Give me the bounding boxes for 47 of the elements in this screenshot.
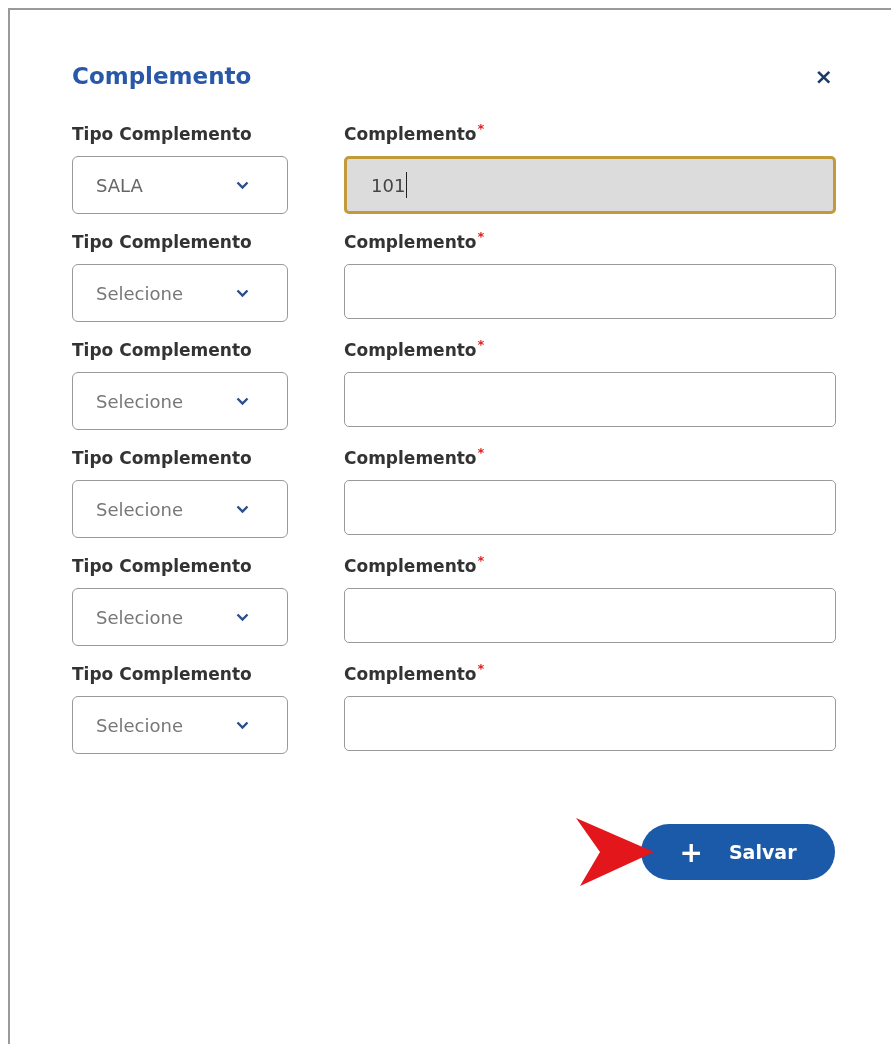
field-label: Complemento — [344, 123, 477, 146]
select-placeholder: Selecione — [96, 714, 183, 736]
save-button[interactable]: + Salvar — [641, 824, 835, 880]
complement-input[interactable] — [344, 264, 836, 319]
chevron-down-icon — [236, 720, 249, 730]
required-mark: * — [477, 446, 485, 460]
type-select[interactable]: Selecione — [72, 696, 288, 754]
field-label: Tipo Complemento — [72, 231, 252, 254]
field-label: Complemento — [344, 447, 477, 470]
chevron-down-icon — [236, 612, 249, 622]
type-select[interactable]: Selecione — [72, 588, 288, 646]
close-button[interactable]: × — [810, 63, 837, 89]
field-label: Complemento — [344, 231, 477, 254]
pointer-arrow-icon — [576, 818, 656, 886]
field-label: Complemento — [344, 555, 477, 578]
required-mark: * — [477, 338, 485, 352]
select-placeholder: Selecione — [96, 498, 183, 520]
field-label: Tipo Complemento — [72, 663, 252, 686]
complement-input[interactable] — [344, 588, 836, 643]
field-label: Complemento — [344, 339, 477, 362]
complement-input[interactable] — [344, 480, 836, 535]
required-mark: * — [477, 662, 485, 676]
field-label: Tipo Complemento — [72, 447, 252, 470]
field-label: Tipo Complemento — [72, 339, 252, 362]
field-label: Tipo Complemento — [72, 555, 252, 578]
select-placeholder: Selecione — [96, 282, 183, 304]
input-value: 101 — [371, 174, 406, 196]
dialog-title: Complemento — [72, 63, 252, 89]
chevron-down-icon — [236, 504, 249, 514]
complement-input[interactable] — [344, 696, 836, 751]
type-select[interactable]: Selecione — [72, 480, 288, 538]
select-placeholder: Selecione — [96, 390, 183, 412]
required-mark: * — [477, 230, 485, 244]
chevron-down-icon — [236, 180, 249, 190]
type-select[interactable]: Selecione — [72, 264, 288, 322]
required-mark: * — [477, 554, 485, 568]
select-value: SALA — [96, 174, 143, 196]
type-select[interactable]: SALA — [72, 156, 288, 214]
field-label: Complemento — [344, 663, 477, 686]
type-select[interactable]: Selecione — [72, 372, 288, 430]
complement-input[interactable] — [344, 372, 836, 427]
select-placeholder: Selecione — [96, 606, 183, 628]
chevron-down-icon — [236, 396, 249, 406]
chevron-down-icon — [236, 288, 249, 298]
required-mark: * — [477, 122, 485, 136]
complement-input[interactable]: 101 — [344, 156, 836, 214]
field-label: Tipo Complemento — [72, 123, 252, 146]
